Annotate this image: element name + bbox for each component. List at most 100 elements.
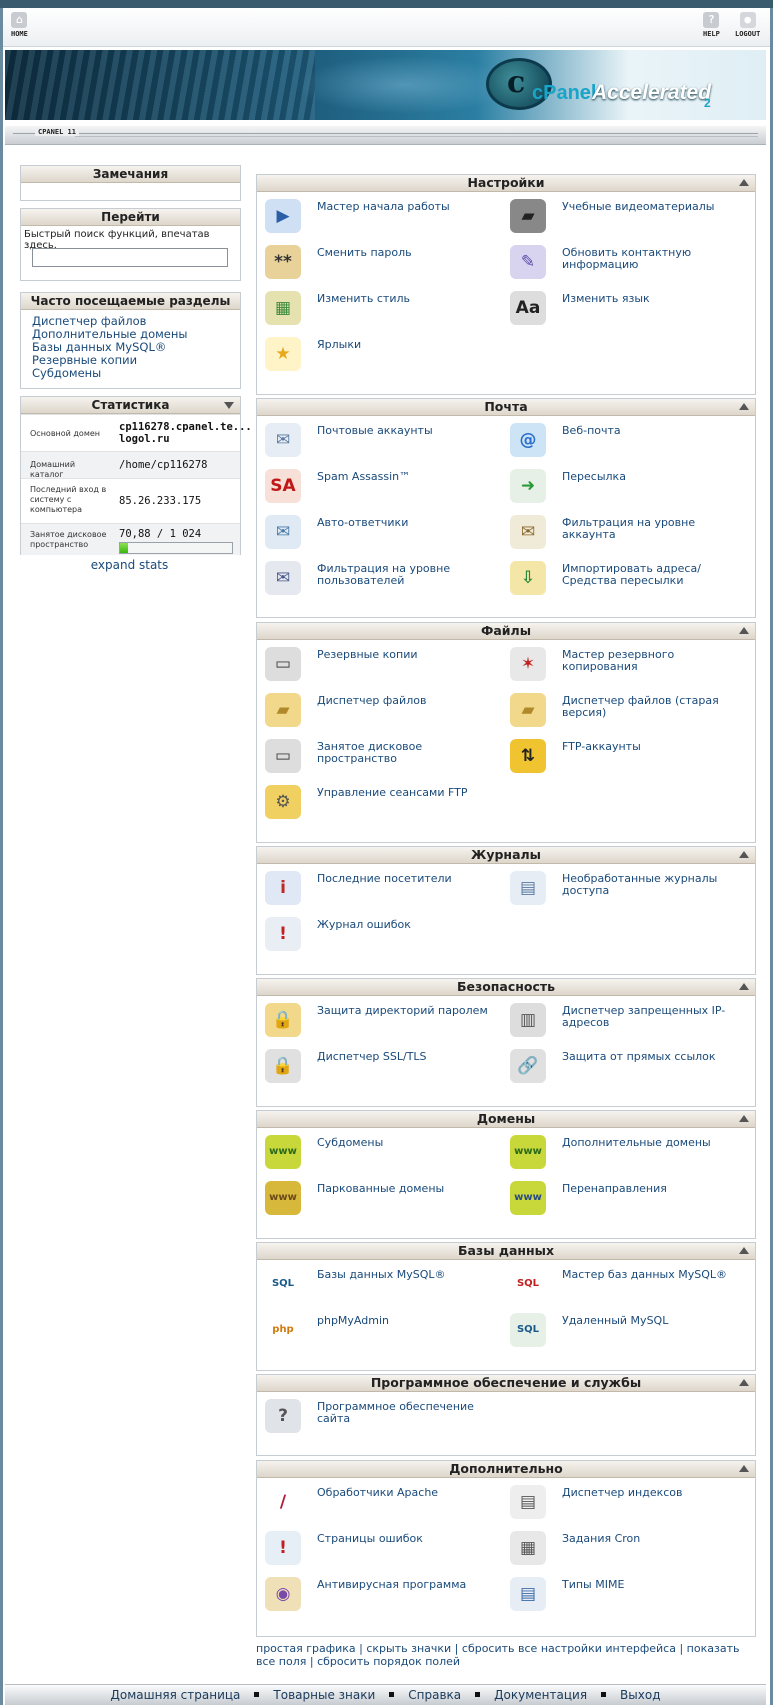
feature-link[interactable]: ◉ Антивирусная программа (257, 1573, 497, 1617)
footer-nav-link[interactable]: Выход (620, 1688, 660, 1702)
section-header[interactable]: Почта (257, 399, 755, 416)
feature-link[interactable]: 🔒 Защита директорий паролем (257, 999, 497, 1043)
interface-option-link[interactable]: сбросить все настройки интерфейса (462, 1642, 676, 1655)
user-filter-icon: ✉ (265, 561, 301, 595)
interface-option-link[interactable]: скрыть значки (366, 1642, 451, 1655)
interface-option-link[interactable]: простая графика (256, 1642, 356, 1655)
feature-link[interactable]: 🔒 Диспетчер SSL/TLS (257, 1045, 497, 1089)
feature-label: Необработанные журналы доступа (562, 872, 718, 897)
feature-link[interactable]: ? Программное обеспечение сайта (257, 1395, 497, 1439)
logout-button[interactable]: ● LOGOUT (735, 12, 760, 38)
feature-link[interactable]: www Паркованные домены (257, 1177, 497, 1221)
feature-link[interactable]: ▶ Мастер начала работы (257, 195, 497, 239)
collapse-arrow-icon[interactable] (739, 1465, 749, 1472)
feature-link[interactable]: ! Журнал ошибок (257, 913, 497, 957)
stats-row: Основной домен cp116278.cpanel.te... log… (21, 414, 252, 451)
feature-link[interactable]: @ Веб-почта (502, 419, 742, 463)
feature-link[interactable]: ▤ Типы MIME (502, 1573, 742, 1617)
feature-link[interactable]: ✎ Обновить контактную информацию (502, 241, 742, 285)
expand-stats-link[interactable]: expand stats (20, 558, 239, 572)
feature-link[interactable]: ! Страницы ошибок (257, 1527, 497, 1571)
webmail-icon: @ (510, 423, 546, 457)
collapse-arrow-icon[interactable] (739, 1379, 749, 1386)
feature-link[interactable]: www Субдомены (257, 1131, 497, 1175)
function-search-input[interactable] (32, 248, 228, 267)
top-navigation: ⌂ HOME ? HELP ● LOGOUT (3, 8, 770, 47)
feature-link[interactable]: ✉ Авто-ответчики (257, 511, 497, 555)
feature-link[interactable]: www Дополнительные домены (502, 1131, 742, 1175)
collapse-arrow-icon[interactable] (739, 627, 749, 634)
feature-link[interactable]: ** Сменить пароль (257, 241, 497, 285)
feature-link[interactable]: ▰ Диспетчер файлов (257, 689, 497, 733)
feature-link[interactable]: ➜ Пересылка (502, 465, 742, 509)
feature-link[interactable]: ✉ Почтовые аккаунты (257, 419, 497, 463)
collapse-arrow-icon[interactable] (224, 402, 234, 409)
feature-link[interactable]: SA Spam Assassin™ (257, 465, 497, 509)
frequent-title: Часто посещаемые разделы (21, 293, 240, 310)
collapse-arrow-icon[interactable] (739, 1115, 749, 1122)
interface-option-link[interactable]: сбросить порядок полей (317, 1655, 460, 1668)
feature-link[interactable]: ∕ Обработчики Apache (257, 1481, 497, 1525)
feature-link[interactable]: ▥ Диспетчер запрещенных IP-адресов (502, 999, 742, 1043)
section-header[interactable]: Дополнительно (257, 1461, 755, 1478)
footer-nav-link[interactable]: Справка (408, 1688, 461, 1702)
footer-navigation: Домашняя страница Товарные знаки Справка До… (5, 1684, 766, 1705)
section-panel: Файлы ▭ Резервные копии ✶ Мастер резервного … (256, 622, 756, 843)
collapse-arrow-icon[interactable] (739, 983, 749, 990)
stats-header[interactable]: Статистика (21, 397, 240, 414)
section-header[interactable]: Настройки (257, 175, 755, 192)
collapse-arrow-icon[interactable] (739, 179, 749, 186)
section-panel: Дополнительно ∕ Обработчики Apache ▤ Диспетч… (256, 1460, 756, 1637)
feature-link[interactable]: ▰ Учебные видеоматериалы (502, 195, 742, 239)
feature-link[interactable]: ✉ Фильтрация на уровне аккаунта (502, 511, 742, 555)
feature-link[interactable]: 🔗 Защита от прямых ссылок (502, 1045, 742, 1089)
feature-link[interactable]: Aa Изменить язык (502, 287, 742, 331)
frequent-link[interactable]: Субдомены (32, 367, 188, 380)
feature-link[interactable]: ▭ Резервные копии (257, 643, 497, 687)
feature-link[interactable]: www Перенаправления (502, 1177, 742, 1221)
page-frame: ⌂ HOME ? HELP ● LOGOUT c cPanel Accelera… (0, 8, 773, 1705)
feature-link[interactable]: ⚙ Управление сеансами FTP (257, 781, 497, 825)
filter-icon: ✉ (510, 515, 546, 549)
collapse-arrow-icon[interactable] (739, 1247, 749, 1254)
help-button[interactable]: ? HELP (703, 12, 720, 38)
feature-link[interactable]: ▤ Необработанные журналы доступа (502, 867, 742, 911)
feature-link[interactable]: i Последние посетители (257, 867, 497, 911)
feature-link[interactable]: ✶ Мастер резервного копирования (502, 643, 742, 687)
feature-link[interactable]: ▦ Задания Cron (502, 1527, 742, 1571)
section-title: Журналы (471, 847, 541, 862)
section-header[interactable]: Журналы (257, 847, 755, 864)
lock-folder-icon: 🔒 (265, 1003, 301, 1037)
feature-link[interactable]: ⇅ FTP-аккаунты (502, 735, 742, 779)
feature-link[interactable]: SQL Удаленный MySQL (502, 1309, 742, 1353)
section-header[interactable]: Домены (257, 1111, 755, 1128)
section-header[interactable]: Программное обеспечение и службы (257, 1375, 755, 1392)
goto-box: Перейти Быстрый поиск функций, впечатав … (20, 208, 241, 281)
collapse-arrow-icon[interactable] (739, 851, 749, 858)
home-button[interactable]: ⌂ HOME (11, 12, 28, 38)
feature-link[interactable]: ✉ Фильтрация на уровне пользователей (257, 557, 497, 601)
feature-link[interactable]: SQL Базы данных MySQL® (257, 1263, 497, 1307)
footer-nav-link[interactable]: Домашняя страница (110, 1688, 240, 1702)
section-header[interactable]: Файлы (257, 623, 755, 640)
footer-nav-link[interactable]: Документация (494, 1688, 587, 1702)
redirect-icon: www (510, 1181, 546, 1215)
section-header[interactable]: Безопасность (257, 979, 755, 996)
feature-link[interactable]: SQL Мастер баз данных MySQL® (502, 1263, 742, 1307)
feature-link[interactable]: ★ Ярлыки (257, 333, 497, 377)
feature-link[interactable]: ▭ Занятое дисковое пространство (257, 735, 497, 779)
collapse-arrow-icon[interactable] (739, 403, 749, 410)
world-map-graphic (295, 56, 515, 114)
feature-link[interactable]: ▤ Диспетчер индексов (502, 1481, 742, 1525)
section-header[interactable]: Базы данных (257, 1243, 755, 1260)
feature-link[interactable]: ▰ Диспетчер файлов (старая версия) (502, 689, 742, 733)
footer-nav-link[interactable]: Товарные знаки (273, 1688, 375, 1702)
notes-box: Замечания (20, 165, 241, 201)
feature-link[interactable]: php phpMyAdmin (257, 1309, 497, 1353)
feature-link[interactable]: ▦ Изменить стиль (257, 287, 497, 331)
raw-log-icon: ▤ (510, 871, 546, 905)
feature-link[interactable]: ⇩ Импортировать адреса/ Средства пересылк… (502, 557, 742, 601)
feature-label: Диспетчер индексов (562, 1486, 683, 1499)
feature-label: Паркованные домены (317, 1182, 445, 1195)
feature-label: Обработчики Apache (317, 1486, 439, 1499)
